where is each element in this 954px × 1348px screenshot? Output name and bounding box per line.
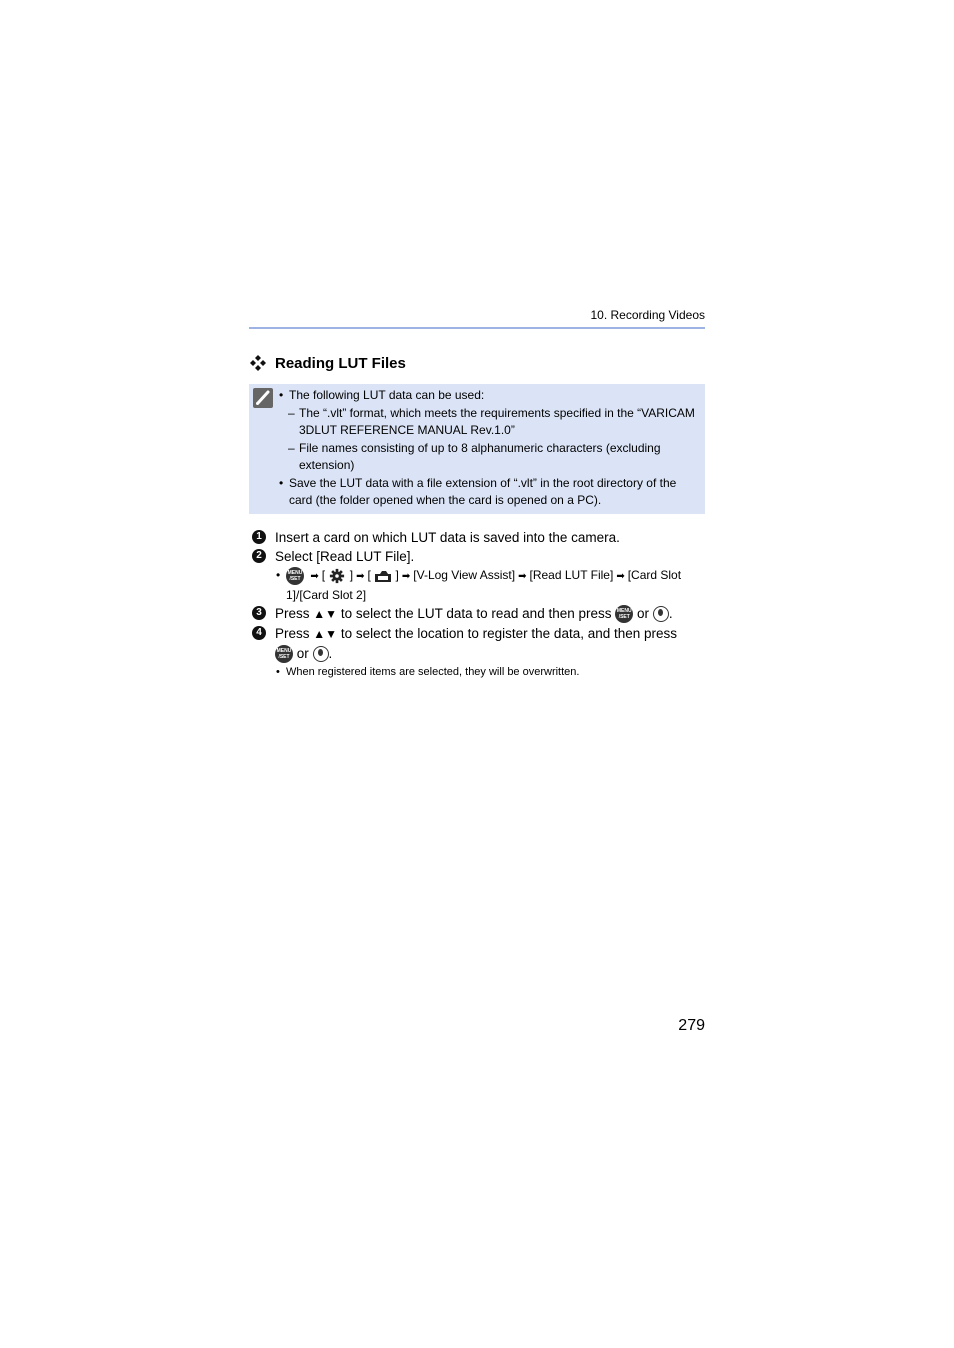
note-dash-item: – The “.vlt” format, which meets the requ… (288, 405, 695, 438)
touch-dial-icon (312, 646, 329, 663)
section-title: Reading LUT Files (275, 354, 406, 372)
gear-icon (330, 568, 345, 583)
arrow-right-icon: ➡ (518, 571, 527, 582)
page-number: 279 (678, 1017, 705, 1034)
arrow-right-icon: ➡ (356, 571, 365, 582)
step-2: 2 Select [Read LUT File]. (249, 547, 705, 566)
step-4-note: • When registered items are selected, the… (276, 666, 580, 679)
note-dash-item: – File names consisting of up to 8 alphan… (288, 440, 661, 473)
menu-path: • MENU/SET ➡[ ] ➡[ ] ➡ [V-Log View Assist] ➡… (276, 566, 682, 602)
video-camera-icon (375, 570, 392, 582)
arrow-right-icon: ➡ (310, 571, 319, 582)
pencil-note-icon (253, 388, 273, 408)
note-bullet: Save the LUT data with a file extension … (279, 475, 701, 510)
header-rule (249, 327, 705, 329)
section-heading: Reading LUT Files (249, 354, 406, 372)
step-3: 3 Press ▲▼ to select the LUT data to rea… (249, 604, 705, 624)
note-box: The following LUT data can be used: –The… (249, 384, 705, 514)
step-number: 1 (252, 530, 266, 544)
steps-list: 1 Insert a card on which LUT data is sav… (249, 528, 705, 681)
step-number: 2 (252, 549, 266, 563)
chapter-header: 10. Recording Videos (590, 308, 705, 322)
menu-set-button-icon: MENU/SET (615, 605, 634, 624)
up-down-arrows-icon: ▲▼ (313, 607, 338, 621)
diamond-cluster-icon (250, 355, 266, 371)
step-number: 4 (252, 626, 266, 640)
arrow-right-icon: ➡ (401, 571, 411, 582)
arrow-right-icon: ➡ (616, 571, 625, 582)
menu-set-button-icon: MENU/SET (286, 566, 304, 585)
touch-dial-icon (652, 606, 669, 623)
step-1: 1 Insert a card on which LUT data is sav… (249, 528, 705, 547)
step-4: 4 Press ▲▼ to select the location to reg… (249, 624, 705, 664)
note-bullet: The following LUT data can be used: (279, 387, 701, 405)
menu-set-button-icon: MENU/SET (275, 645, 293, 664)
up-down-arrows-icon: ▲▼ (313, 627, 338, 641)
step-number: 3 (252, 606, 266, 620)
